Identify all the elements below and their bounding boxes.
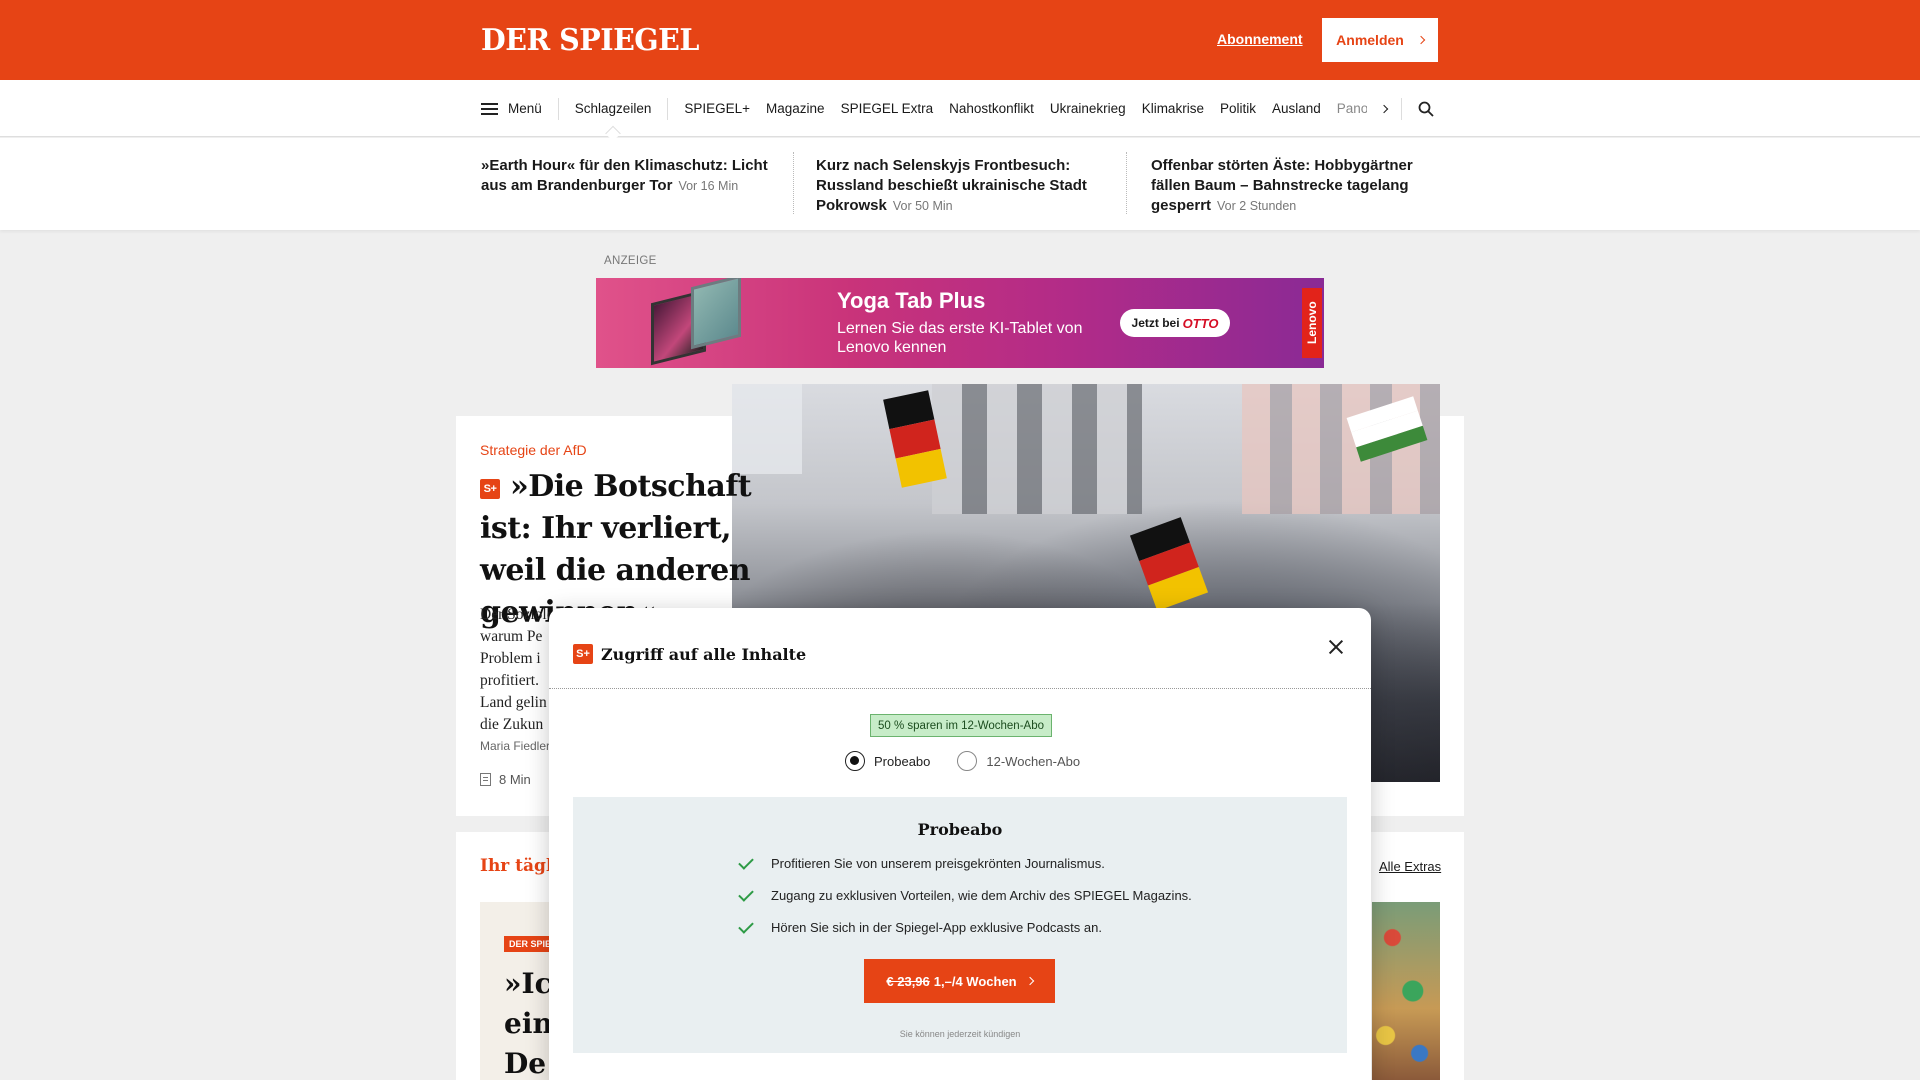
nav-item-klimakrise[interactable]: Klimakrise [1134, 101, 1212, 116]
modal-title-text: Zugriff auf alle Inhalte [601, 644, 807, 664]
benefit-item: Zugang zu exklusiven Vorteilen, wie dem … [738, 885, 1192, 903]
teaser-line: ein [504, 1007, 550, 1040]
ad-cta-button[interactable]: Jetzt bei OTTO [1120, 309, 1230, 337]
nav-item-nahostkonflikt[interactable]: Nahostkonflikt [941, 101, 1042, 116]
offer-box: Probeabo Profitieren Sie von unserem pre… [573, 797, 1347, 1053]
read-time: 8 Min [480, 772, 531, 787]
ticker-time: Vor 50 Min [892, 199, 953, 213]
hamburger-icon [481, 102, 498, 115]
ad-title: Yoga Tab Plus [837, 288, 986, 313]
new-price: 1,–/4 Wochen [933, 973, 1017, 989]
news-ticker: »Earth Hour« für den Klimaschutz: Licht … [0, 138, 1920, 230]
benefit-text: Zugang zu exklusiven Vorteilen, wie dem … [771, 888, 1192, 903]
benefit-item: Profitieren Sie von unserem preisgekrönt… [738, 853, 1105, 871]
nav-item-magazine[interactable]: Magazine [758, 101, 833, 116]
ticker-item[interactable]: Offenbar störten Äste: Hobbygärtner fäll… [1151, 156, 1439, 216]
login-label: Anmelden [1336, 32, 1404, 48]
top-header: DER SPIEGEL Abonnement Anmelden [0, 0, 1920, 80]
ticker-item[interactable]: »Earth Hour« für den Klimaschutz: Licht … [481, 156, 779, 196]
ad-cta-prefix: Jetzt bei [1131, 316, 1180, 330]
spiegel-badge: DER SPIEGEL [504, 936, 550, 952]
benefit-text: Profitieren Sie von unserem preisgekrönt… [771, 856, 1105, 871]
read-time-label: 8 Min [499, 772, 531, 787]
checkmark-icon [738, 885, 754, 902]
radio-label-probeabo[interactable]: Probeabo [874, 754, 930, 769]
search-button[interactable] [1402, 101, 1434, 117]
modal-title: S+ Zugriff auf alle Inhalte [573, 644, 806, 664]
building-facade [932, 384, 1142, 514]
teaser-line: profitiert. [480, 672, 539, 689]
nav-scroll-right-button[interactable] [1367, 97, 1402, 120]
otto-logo: OTTO [1182, 315, 1219, 331]
plan-selector: Probeabo 12-Wochen-Abo [845, 751, 1080, 771]
nav-item-spiegel-extra[interactable]: SPIEGEL Extra [833, 101, 942, 116]
tablet-image [651, 278, 741, 367]
nav-item-spiegel-plus[interactable]: SPIEGEL+ [668, 101, 758, 116]
ticker-item[interactable]: Kurz nach Selenskyjs Frontbesuch: Russla… [816, 156, 1114, 216]
spiegel-logo[interactable]: DER SPIEGEL [481, 23, 699, 58]
extra-teaser-image-right[interactable] [1372, 902, 1440, 1080]
article-kicker[interactable]: Strategie der AfD [480, 442, 587, 458]
offer-title: Probeabo [917, 820, 1003, 839]
ticker-time: Vor 16 Min [678, 179, 739, 193]
nav-item-politik[interactable]: Politik [1212, 101, 1264, 116]
savings-badge: 50 % sparen im 12-Wochen-Abo [870, 714, 1052, 737]
checkmark-icon [738, 853, 754, 870]
close-icon[interactable] [1325, 636, 1347, 658]
german-flag [1129, 517, 1209, 611]
ticker-time: Vor 2 Stunden [1217, 199, 1297, 213]
cancel-note: Sie können jederzeit kündigen [899, 1029, 1021, 1039]
document-icon [480, 773, 491, 786]
all-extras-link[interactable]: Alle Extras [1379, 859, 1441, 874]
radio-probeabo[interactable] [845, 751, 865, 771]
ticker-divider [1126, 152, 1127, 214]
spiegel-plus-icon: S+ [573, 644, 593, 664]
teaser-line: De [504, 1047, 547, 1080]
nav-item-ausland[interactable]: Ausland [1264, 101, 1329, 116]
ad-label: ANZEIGE [604, 255, 657, 267]
checkmark-icon [738, 917, 754, 934]
radio-label-12-wochen-abo[interactable]: 12-Wochen-Abo [986, 754, 1080, 769]
radio-12-wochen-abo[interactable] [957, 751, 978, 771]
extra-teaser-text: »Ic ein De [504, 964, 550, 1080]
extra-teaser-left[interactable]: DER SPIEGEL »Ic ein De [480, 902, 550, 1080]
nav-item-schlagzeilen[interactable]: Schlagzeilen [559, 97, 669, 120]
banner-sign [732, 384, 802, 474]
menu-label: Menü [508, 101, 542, 116]
teaser-line: die Zukun [480, 716, 544, 733]
teaser-line: Problem i [480, 650, 541, 667]
nav-item-ukrainekrieg[interactable]: Ukrainekrieg [1042, 101, 1134, 116]
menu-button[interactable]: Menü [481, 97, 559, 120]
subscription-modal: S+ Zugriff auf alle Inhalte 50 % sparen … [549, 608, 1371, 1080]
spiegel-plus-icon: S+ [480, 479, 500, 499]
nav-item-panorama[interactable]: Panorama [1329, 101, 1367, 116]
benefit-text: Hören Sie sich in der Spiegel-App exklus… [771, 920, 1102, 935]
ticker-divider [793, 152, 794, 214]
ad-subtitle: Lernen Sie das erste KI-Tablet von Lenov… [837, 320, 1083, 356]
chevron-right-icon [1379, 104, 1389, 113]
teaser-line: warum Pe [480, 628, 543, 645]
abonnement-link[interactable]: Abonnement [1217, 31, 1303, 47]
article-teaser: Der Soziologe warum Pe Problem i profiti… [480, 604, 550, 736]
teaser-line: Der Soziologe [480, 606, 550, 623]
teaser-line: »Ic [504, 967, 550, 1000]
subscribe-button[interactable]: € 23,96 1,–/4 Wochen [864, 959, 1055, 1003]
main-nav: Menü Schlagzeilen SPIEGEL+ Magazine SPIE… [0, 80, 1920, 137]
search-icon [1418, 101, 1434, 117]
ad-banner[interactable]: Yoga Tab Plus Lernen Sie das erste KI-Ta… [596, 278, 1324, 368]
modal-header: S+ Zugriff auf alle Inhalte [549, 608, 1371, 689]
login-button[interactable]: Anmelden [1322, 18, 1438, 62]
benefit-item: Hören Sie sich in der Spiegel-App exklus… [738, 917, 1102, 935]
teaser-line: Land gelin [480, 694, 547, 711]
chevron-right-icon [1416, 35, 1426, 45]
lenovo-logo: Lenovo [1302, 288, 1322, 358]
article-author: Maria Fiedler [480, 739, 550, 753]
chevron-right-icon [1025, 976, 1034, 986]
section-title: Ihr täglich [480, 856, 550, 876]
old-price: € 23,96 [886, 973, 930, 989]
